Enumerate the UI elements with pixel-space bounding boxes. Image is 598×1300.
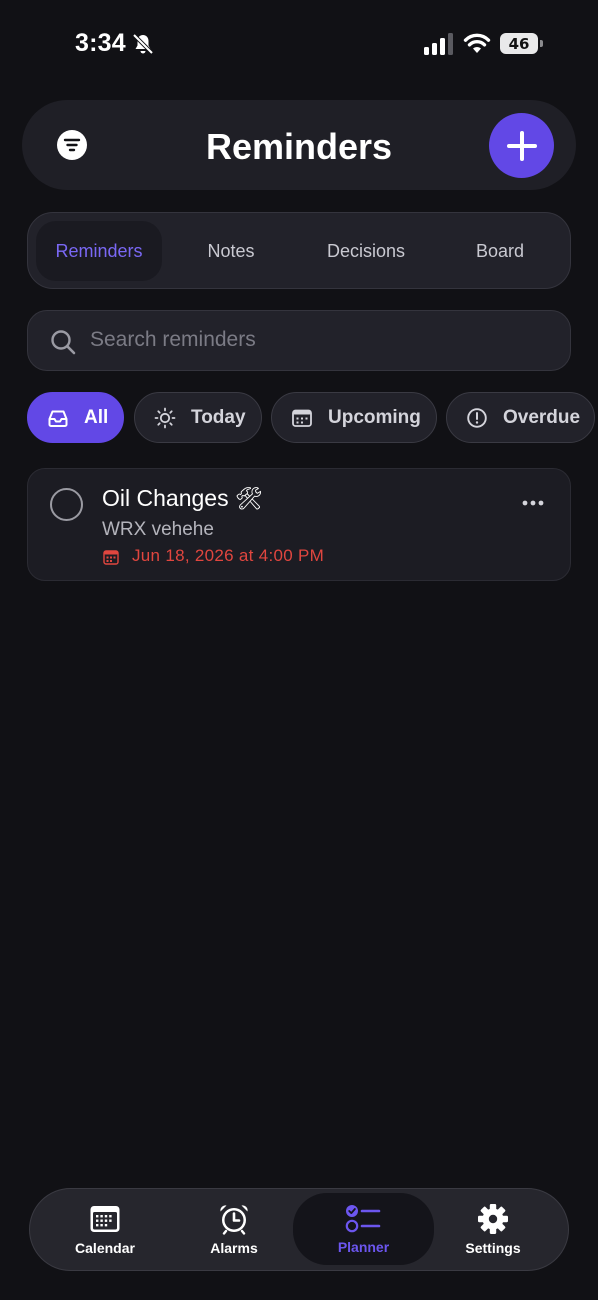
filter-chip-upcoming[interactable]: Upcoming — [271, 392, 437, 443]
gear-icon — [478, 1204, 508, 1234]
status-bar: 3:34 46 — [0, 0, 598, 90]
filter-chip-label: Today — [191, 406, 246, 428]
nav-label: Planner — [337, 1239, 390, 1255]
filter-chip-overdue[interactable]: Overdue — [446, 392, 595, 443]
bottom-nav: Calendar Alarms Planner Settings — [29, 1188, 569, 1271]
calendar-grid-icon — [90, 1206, 120, 1232]
nav-label: Calendar — [75, 1240, 135, 1256]
tab-reminders[interactable]: Reminders — [36, 221, 162, 281]
filter-chip-all[interactable]: All — [27, 392, 124, 443]
nav-calendar[interactable]: Calendar — [40, 1189, 170, 1269]
header-bar: Reminders — [22, 100, 576, 190]
search-bar — [27, 310, 571, 371]
filter-chip-label: Upcoming — [328, 406, 421, 428]
tab-notes[interactable]: Notes — [171, 221, 291, 281]
nav-label: Alarms — [210, 1240, 258, 1256]
filter-chip-label: All — [84, 406, 109, 428]
reminder-title-text: Oil Changes — [102, 485, 229, 511]
reminder-note: WRX vehehe — [102, 519, 214, 540]
nav-planner[interactable]: Planner — [293, 1193, 434, 1265]
search-input[interactable] — [90, 311, 550, 369]
filter-chip-label: Overdue — [503, 406, 581, 428]
battery-indicator: 46 — [500, 33, 544, 55]
add-reminder-button[interactable] — [489, 113, 554, 178]
calendar-icon — [292, 409, 312, 427]
tab-board[interactable]: Board — [438, 221, 562, 281]
status-time: 3:34 — [75, 29, 126, 57]
filter-chip-today[interactable]: Today — [134, 392, 262, 443]
reminder-title: Oil Changes 🛠 — [102, 485, 263, 512]
battery-level: 46 — [500, 33, 538, 54]
sun-icon — [154, 407, 176, 428]
inbox-icon — [48, 410, 68, 427]
battery-cap — [540, 40, 543, 47]
tab-decisions[interactable]: Decisions — [304, 221, 428, 281]
due-date-calendar-icon — [103, 550, 119, 565]
bell-slash-icon — [132, 33, 154, 55]
alert-circle-icon — [467, 407, 487, 428]
nav-settings[interactable]: Settings — [428, 1189, 558, 1269]
reminder-card[interactable]: Oil Changes 🛠 WRX vehehe Jun 18, 2026 at … — [27, 468, 571, 581]
section-tabs: Reminders Notes Decisions Board — [27, 212, 571, 289]
cellular-signal-icon — [424, 33, 453, 55]
more-options-icon[interactable] — [522, 499, 544, 507]
nav-alarms[interactable]: Alarms — [169, 1189, 299, 1269]
alarm-clock-icon — [220, 1205, 248, 1235]
search-icon — [51, 330, 76, 355]
complete-checkbox[interactable] — [50, 488, 83, 521]
plus-icon — [506, 130, 537, 161]
wifi-icon — [463, 33, 491, 53]
checklist-icon — [345, 1205, 380, 1233]
nav-label: Settings — [465, 1240, 521, 1256]
tools-emoji: 🛠 — [234, 487, 263, 512]
reminder-due-date: Jun 18, 2026 at 4:00 PM — [132, 546, 325, 565]
